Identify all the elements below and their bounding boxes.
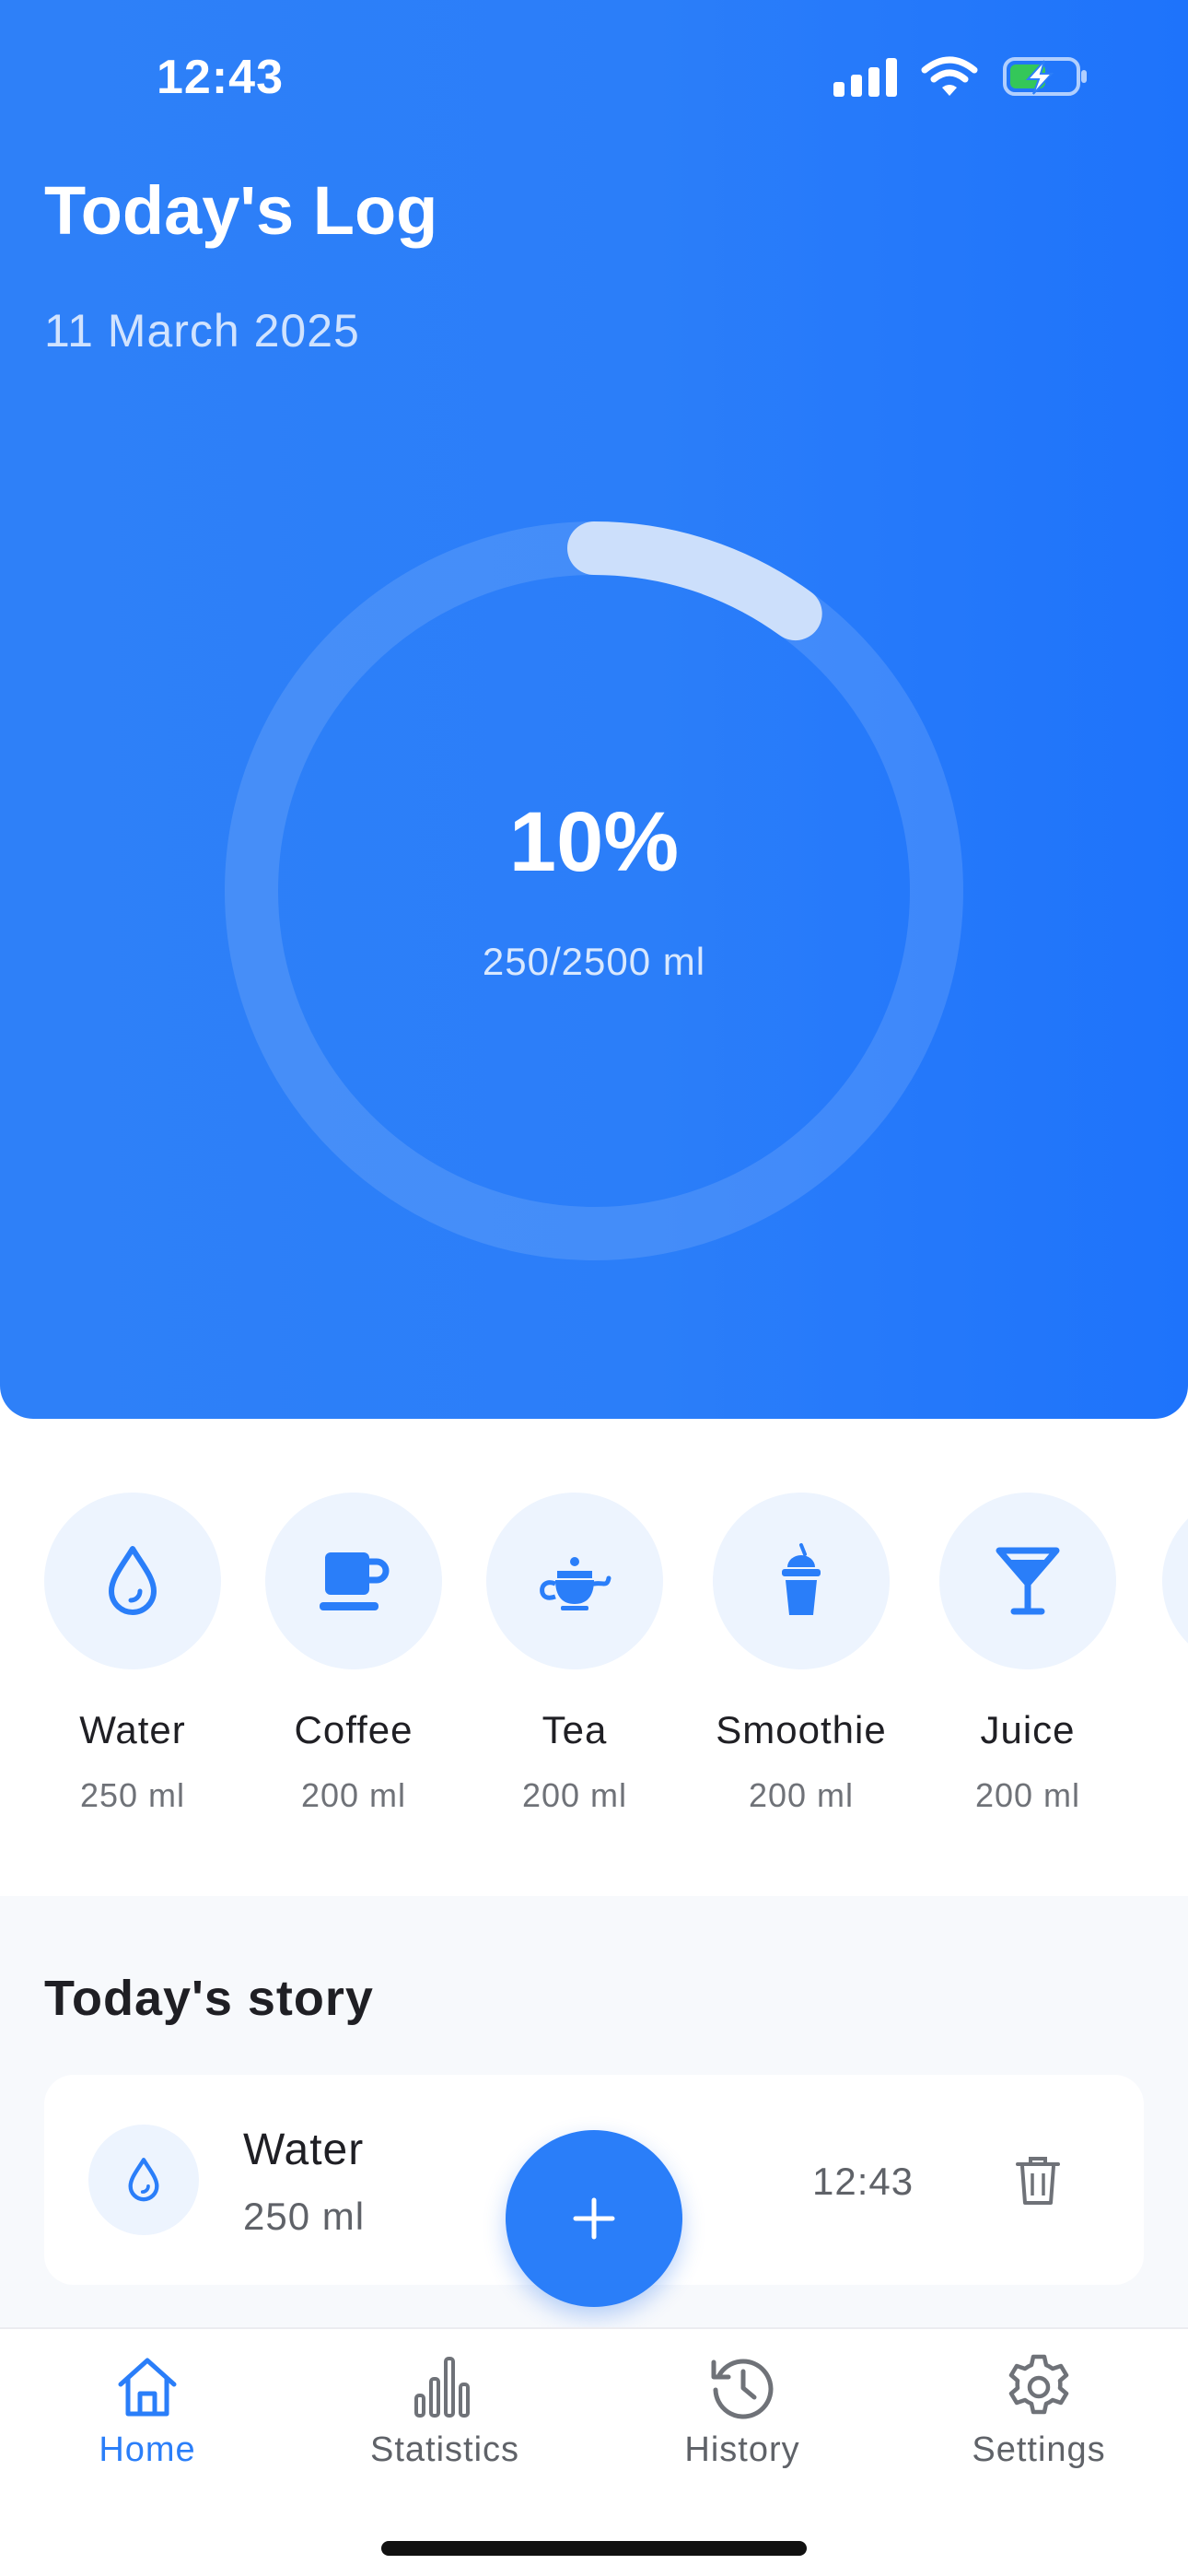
nav-item-settings[interactable]: Settings	[901, 2351, 1177, 2470]
nav-item-history[interactable]: History	[604, 2351, 880, 2470]
drink-amount: 200 ml	[521, 1776, 628, 1814]
nav-label: Statistics	[369, 2430, 520, 2469]
story-entry-amount: 250 ml	[243, 2195, 366, 2238]
drink-amount: 200 ml	[748, 1776, 855, 1814]
teapot-icon	[540, 1557, 611, 1610]
gear-icon	[1008, 2354, 1069, 2415]
status-icons	[833, 55, 1089, 98]
trash-icon	[1016, 2157, 1060, 2205]
story-entry-icon-container	[88, 2125, 199, 2235]
story-entry-name: Water	[243, 2125, 365, 2174]
story-title: Today's story	[44, 1971, 374, 2026]
battery-charging-icon	[1003, 57, 1087, 96]
water-drop-icon	[109, 1546, 157, 1615]
nav-item-home[interactable]: Home	[9, 2351, 285, 2470]
page-title: Today's Log	[44, 172, 438, 249]
drink-name: Coffee	[294, 1708, 413, 1751]
drink-name: Juice	[980, 1708, 1076, 1751]
drink-icon-container	[265, 1493, 442, 1669]
progress-ring	[225, 521, 963, 1260]
drink-option-more[interactable]	[1162, 1493, 1188, 1669]
progress-amount: 250/2500 ml	[482, 940, 706, 983]
progress-ring-track	[225, 521, 963, 1260]
nav-label: History	[684, 2430, 800, 2469]
home-indicator	[381, 2541, 807, 2556]
bar-chart-icon	[414, 2357, 470, 2418]
drink-option-juice[interactable]: Juice 200 ml	[917, 1493, 1138, 1815]
coffee-cup-icon	[320, 1552, 390, 1610]
current-date: 11 March 2025	[44, 305, 360, 357]
nav-item-statistics[interactable]: Statistics	[307, 2351, 583, 2470]
story-entry-time: 12:43	[812, 2160, 914, 2203]
nav-label: Settings	[972, 2430, 1106, 2469]
plus-icon	[573, 2197, 615, 2240]
bottom-navigation: Home Statistics History Settings	[0, 2327, 1188, 2576]
drink-amount: 200 ml	[974, 1776, 1081, 1814]
app-screen: 12:43 Today's Log 11 March 2025 10% 250/…	[0, 0, 1188, 2576]
drink-icon-container	[713, 1493, 890, 1669]
smoothie-cup-icon	[782, 1543, 821, 1615]
history-icon	[711, 2359, 774, 2419]
drink-amount: 200 ml	[300, 1776, 407, 1814]
home-icon	[118, 2358, 177, 2417]
drink-name: Water	[79, 1708, 186, 1751]
drink-option-water[interactable]: Water 250 ml	[22, 1493, 243, 1815]
drink-name: Tea	[542, 1708, 608, 1751]
drink-option-smoothie[interactable]: Smoothie 200 ml	[691, 1493, 912, 1815]
add-drink-button[interactable]	[506, 2130, 682, 2307]
delete-entry-button[interactable]	[1006, 2149, 1070, 2213]
drink-option-tea[interactable]: Tea 200 ml	[464, 1493, 685, 1815]
water-drop-icon	[128, 2158, 159, 2202]
nav-label: Home	[99, 2430, 196, 2469]
drink-amount: 250 ml	[79, 1776, 186, 1814]
drink-icon-container	[939, 1493, 1116, 1669]
progress-percent: 10%	[508, 795, 680, 889]
status-time: 12:43	[157, 51, 284, 104]
drink-name: Smoothie	[716, 1708, 887, 1751]
drink-icon-container	[486, 1493, 663, 1669]
drink-option-coffee[interactable]: Coffee 200 ml	[243, 1493, 464, 1815]
cocktail-glass-icon	[996, 1547, 1060, 1615]
cellular-signal-icon	[833, 56, 897, 97]
drink-icon-container	[44, 1493, 221, 1669]
wifi-icon	[921, 56, 978, 96]
